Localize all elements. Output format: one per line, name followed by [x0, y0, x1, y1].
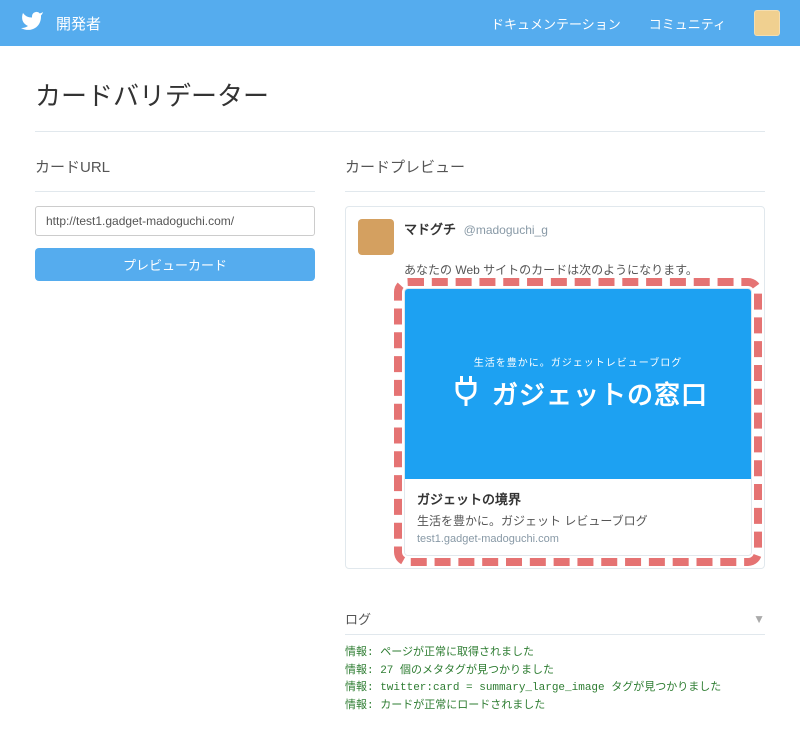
divider	[35, 131, 765, 132]
card-description: 生活を豊かに。ガジェット レビューブログ	[417, 512, 739, 529]
log-output: 情報: ページが正常に取得されました 情報: 27 個のメタタグが見つかりました…	[345, 645, 765, 715]
nav-link-community[interactable]: コミュニティ	[649, 14, 726, 33]
log-line: 情報: twitter:card = summary_large_image タ…	[345, 680, 765, 698]
top-nav: 開発者 ドキュメンテーション コミュニティ	[0, 0, 800, 46]
twitter-icon	[20, 9, 44, 38]
log-title: ログ	[345, 609, 371, 628]
tweet-author-name: マドグチ	[404, 222, 456, 237]
twitter-card[interactable]: 生活を豊かに。ガジェットレビューブログ ガジェットの窓口 ガジェットの境界 生活…	[404, 288, 752, 556]
section-title-preview: カードプレビュー	[345, 156, 765, 177]
card-domain: test1.gadget-madoguchi.com	[417, 533, 739, 545]
tweet-avatar	[358, 219, 394, 255]
card-preview-section: カードプレビュー マドグチ @madoguchi_g あなたの Web サイトの…	[345, 156, 765, 715]
chevron-down-icon[interactable]: ▼	[753, 612, 765, 626]
card-image: 生活を豊かに。ガジェットレビューブログ ガジェットの窓口	[405, 289, 751, 479]
log-line: 情報: 27 個のメタタグが見つかりました	[345, 663, 765, 681]
log-line: 情報: ページが正常に取得されました	[345, 645, 765, 663]
url-input[interactable]	[35, 206, 315, 236]
tweet-author-handle: @madoguchi_g	[464, 223, 548, 237]
plug-icon	[448, 373, 484, 414]
log-section: ログ ▼ 情報: ページが正常に取得されました 情報: 27 個のメタタグが見つ…	[345, 609, 765, 715]
card-title: ガジェットの境界	[417, 489, 739, 508]
brand-label[interactable]: 開発者	[56, 13, 101, 34]
nav-link-docs[interactable]: ドキュメンテーション	[491, 14, 621, 33]
tweet-text: あなたの Web サイトのカードは次のようになります。	[404, 261, 752, 278]
section-title-url: カードURL	[35, 156, 315, 177]
card-image-subtitle: 生活を豊かに。ガジェットレビューブログ	[474, 354, 682, 369]
log-line: 情報: カードが正常にロードされました	[345, 698, 765, 716]
card-url-section: カードURL プレビューカード	[35, 156, 315, 715]
page-title: カードバリデーター	[35, 76, 765, 113]
card-image-title: ガジェットの窓口	[492, 375, 708, 412]
preview-button[interactable]: プレビューカード	[35, 248, 315, 281]
preview-box: マドグチ @madoguchi_g あなたの Web サイトのカードは次のように…	[345, 206, 765, 569]
avatar[interactable]	[754, 10, 780, 36]
